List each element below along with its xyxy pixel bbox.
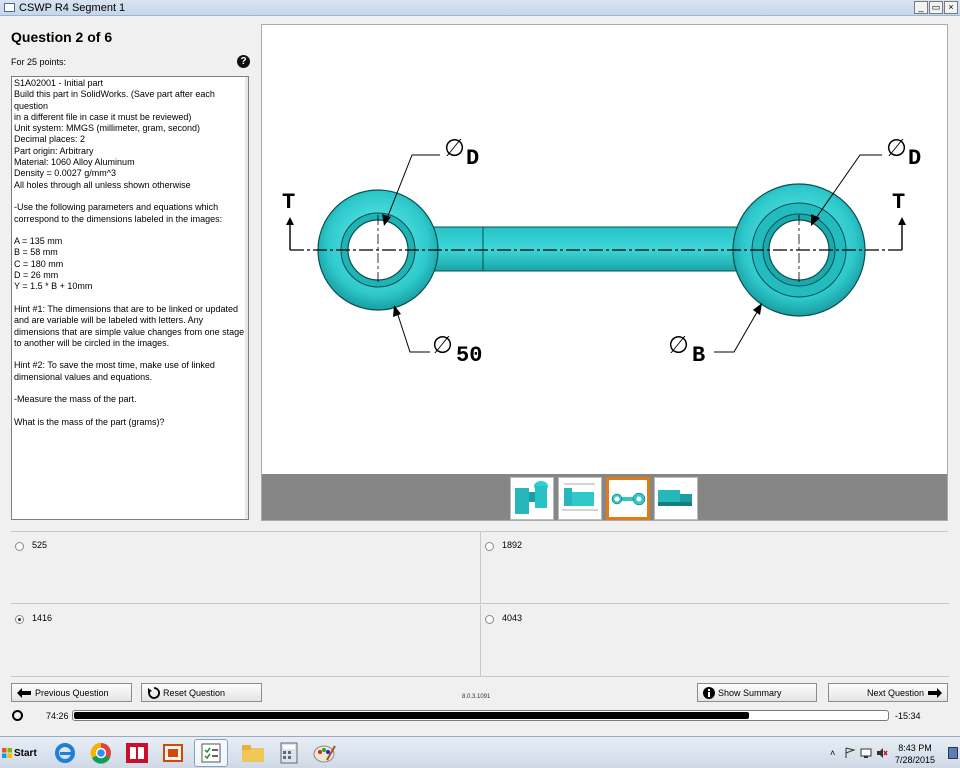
connecting-arm: [421, 226, 743, 272]
previous-question-label: Previous Question: [35, 687, 109, 698]
answer-radio-4[interactable]: [485, 615, 494, 624]
question-scrollbar[interactable]: [245, 77, 248, 519]
help-icon[interactable]: ?: [237, 55, 250, 68]
arrow-left-icon: [17, 687, 31, 698]
thumbnail-1[interactable]: [510, 477, 554, 520]
part-drawing: T T ∅ D ∅ D ∅ 50 ∅ B: [282, 134, 921, 368]
answer-label-3: 1416: [32, 613, 53, 623]
question-panel: Question 2 of 6 For 25 points: ? S1A0200…: [0, 17, 260, 523]
thumbnail-strip: [262, 474, 947, 520]
answer-label-2: 1892: [502, 540, 523, 550]
close-button[interactable]: ×: [944, 1, 958, 14]
arrow-right-icon: [928, 687, 942, 698]
diameter-symbol-b: ∅: [668, 331, 689, 359]
thumbnail-4[interactable]: [654, 477, 698, 520]
taskbar-clock[interactable]: 8:43 PM 7/28/2015: [890, 742, 940, 766]
start-button[interactable]: Start: [2, 742, 39, 764]
windows-taskbar: Start ˄ 8:43 PM 7/28/2015: [0, 736, 960, 768]
question-text: S1A02001 - Initial part Build this part …: [14, 78, 245, 427]
answer-options: 525 1892 1416 4043: [11, 531, 949, 677]
taskbar-time: 8:43 PM: [898, 743, 932, 753]
show-desktop-button[interactable]: [948, 747, 958, 759]
answer-label-4: 4043: [502, 613, 523, 623]
info-icon: [703, 686, 715, 699]
timer-row: 74:26 -15:34: [11, 707, 948, 725]
next-question-button[interactable]: Next Question: [828, 683, 948, 702]
reset-question-button[interactable]: Reset Question: [141, 683, 262, 702]
maximize-button[interactable]: ▭: [929, 1, 943, 14]
thumbnail-2[interactable]: [558, 477, 602, 520]
taskbar-date: 7/28/2015: [894, 755, 936, 765]
answer-option-2[interactable]: 1892: [480, 532, 949, 604]
diameter-symbol-50: ∅: [432, 331, 453, 359]
start-label: Start: [14, 747, 37, 759]
drawing-viewer: T T ∅ D ∅ D ∅ 50 ∅ B: [261, 24, 948, 521]
answer-option-3[interactable]: 1416: [11, 605, 480, 677]
dimension-b: B: [692, 343, 705, 368]
thumbnail-3-selected[interactable]: [606, 477, 650, 520]
question-text-box[interactable]: S1A02001 - Initial part Build this part …: [11, 76, 249, 520]
system-tray: ˄ 8:43 PM 7/28/2015: [830, 739, 958, 767]
window-controls: _ ▭ ×: [914, 1, 958, 14]
calculator-icon[interactable]: [272, 739, 306, 767]
windows-logo-icon: [2, 748, 12, 758]
app-icon: [4, 3, 15, 12]
network-icon[interactable]: [860, 747, 872, 759]
answer-radio-1[interactable]: [15, 542, 24, 551]
show-summary-label: Show Summary: [718, 687, 782, 698]
answer-radio-3-selected[interactable]: [15, 615, 24, 624]
time-progress-fill: [74, 712, 749, 719]
diameter-symbol-d-left: ∅: [444, 134, 465, 162]
dimension-d-right: D: [908, 146, 921, 171]
chrome-icon[interactable]: [84, 739, 118, 767]
next-question-label: Next Question: [866, 687, 924, 698]
elapsed-time: 74:26: [46, 711, 69, 721]
answer-option-1[interactable]: 525: [11, 532, 480, 604]
solidworks-icon[interactable]: [120, 739, 154, 767]
right-section-arrow: [898, 217, 906, 225]
answer-radio-2[interactable]: [485, 542, 494, 551]
file-explorer-icon[interactable]: [236, 739, 270, 767]
question-title: Question 2 of 6: [11, 29, 113, 45]
volume-muted-icon[interactable]: [876, 747, 888, 759]
answer-option-4[interactable]: 4043: [480, 605, 949, 677]
show-summary-button[interactable]: Show Summary: [697, 683, 817, 702]
internet-explorer-icon[interactable]: [48, 739, 82, 767]
section-label-right: T: [892, 190, 905, 215]
window-titlebar: CSWP R4 Segment 1 _ ▭ ×: [0, 0, 960, 16]
reset-icon: [148, 686, 160, 699]
exam-app-icon[interactable]: [194, 739, 228, 767]
diameter-symbol-d-right: ∅: [886, 134, 907, 162]
dimension-50: 50: [456, 343, 482, 368]
reset-question-label: Reset Question: [163, 687, 226, 698]
time-progress-bar: [72, 710, 889, 721]
tray-expand-icon[interactable]: ˄: [830, 748, 835, 758]
action-center-flag-icon[interactable]: [844, 747, 856, 759]
edrawings-icon[interactable]: [156, 739, 190, 767]
left-section-arrow: [286, 217, 294, 225]
question-points: For 25 points:: [11, 57, 67, 67]
paint-icon[interactable]: [308, 739, 342, 767]
section-label-left: T: [282, 190, 295, 215]
dimension-d-left: D: [466, 146, 479, 171]
clock-icon: [12, 710, 23, 721]
window-title: CSWP R4 Segment 1: [19, 1, 126, 14]
answer-label-1: 525: [32, 540, 48, 550]
version-number: 8.0.3.1091: [462, 694, 491, 700]
remaining-time: -15:34: [895, 711, 921, 721]
minimize-button[interactable]: _: [914, 1, 928, 14]
previous-question-button[interactable]: Previous Question: [11, 683, 132, 702]
